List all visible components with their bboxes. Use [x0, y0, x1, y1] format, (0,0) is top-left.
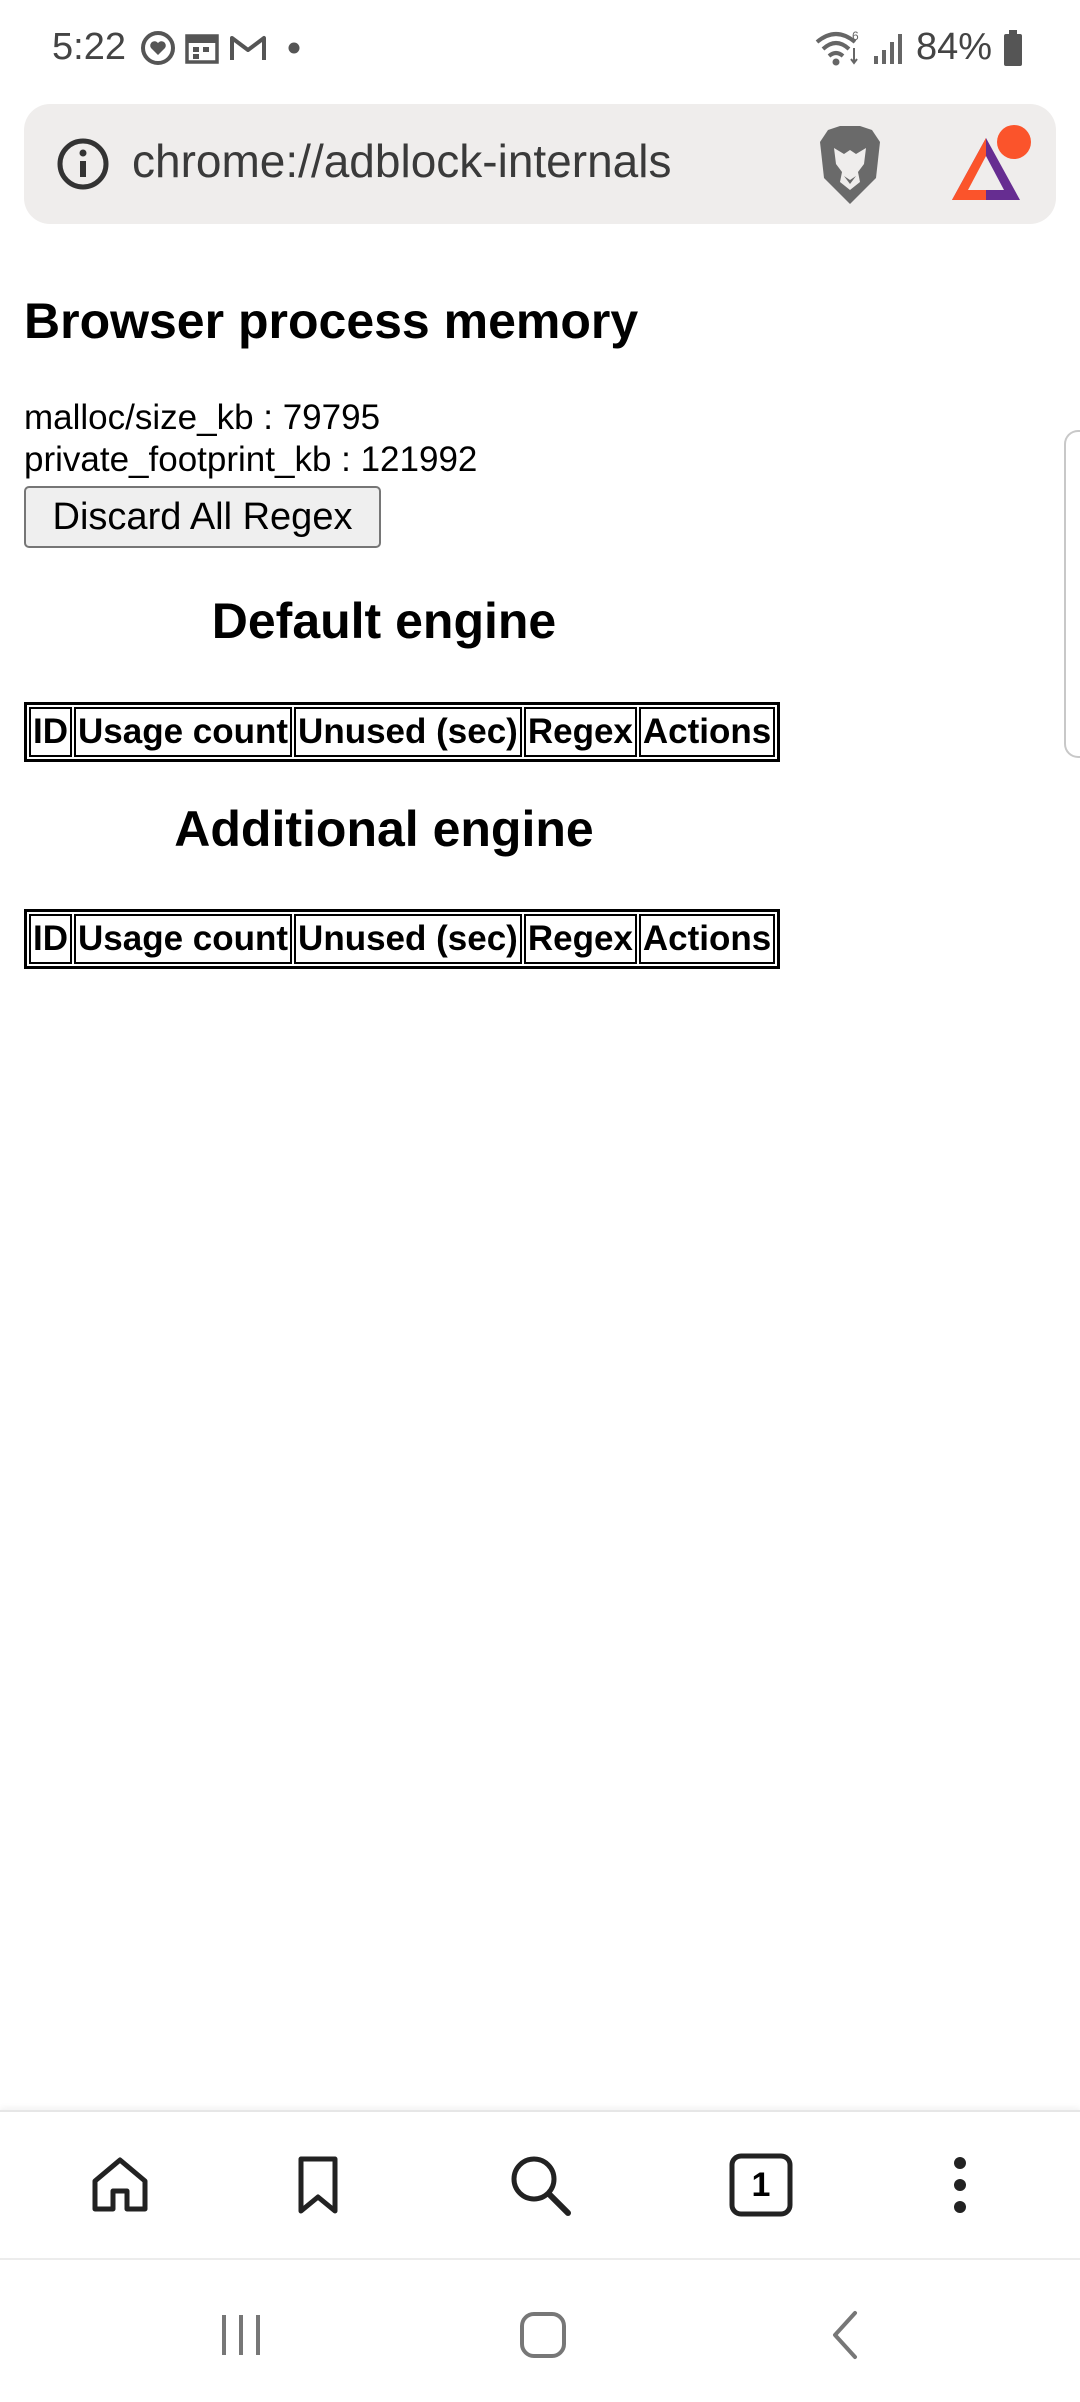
- default-engine-heading: Default engine: [211, 593, 557, 649]
- toolbar-home-button[interactable]: [77, 2142, 163, 2228]
- column-header-actions: Actions: [638, 914, 776, 964]
- status-notification-icons: [140, 30, 312, 66]
- calendar-icon: [185, 34, 219, 64]
- table-header-row: ID Usage count Unused (sec) Regex Action…: [29, 914, 776, 964]
- home-icon: [520, 2312, 566, 2358]
- column-header-usage-count: Usage count: [74, 707, 293, 757]
- system-navigation-bar: [0, 2258, 1080, 2402]
- search-icon: [511, 2156, 571, 2216]
- recents-button[interactable]: [206, 2300, 276, 2370]
- toolbar-search-button[interactable]: [497, 2142, 583, 2228]
- signal-icon: [873, 33, 902, 64]
- additional-engine-table: ID Usage count Unused (sec) Regex Action…: [24, 909, 781, 969]
- table-header-row: ID Usage count Unused (sec) Regex Action…: [29, 707, 776, 757]
- address-bar[interactable]: chrome://adblock-internals: [24, 104, 1056, 224]
- back-button[interactable]: [810, 2300, 880, 2370]
- column-header-regex: Regex: [523, 914, 637, 964]
- info-icon[interactable]: [56, 137, 110, 191]
- column-header-id: ID: [29, 707, 72, 757]
- battery-icon: [1004, 29, 1022, 66]
- discard-all-regex-button[interactable]: Discard All Regex: [24, 486, 381, 548]
- bottom-toolbar: 1: [0, 2110, 1080, 2258]
- column-header-id: ID: [29, 914, 72, 964]
- toolbar-tab-switcher-button[interactable]: 1: [718, 2142, 804, 2228]
- memory-private-footprint: private_footprint_kb : 121992: [24, 440, 478, 479]
- brave-shields-icon[interactable]: [814, 124, 886, 206]
- toolbar-more-menu-button[interactable]: [917, 2142, 1003, 2228]
- column-header-actions: Actions: [638, 707, 776, 757]
- default-engine-table: ID Usage count Unused (sec) Regex Action…: [24, 702, 781, 762]
- notification-dot-icon: [288, 42, 300, 54]
- status-time: 5:22: [52, 26, 126, 68]
- back-icon: [833, 2311, 857, 2359]
- memory-malloc-size: malloc/size_kb : 79795: [24, 398, 381, 437]
- scroll-indicator[interactable]: [1064, 430, 1080, 758]
- status-bar: 5:22 6 84%: [0, 0, 1080, 100]
- toolbar-bookmark-button[interactable]: [275, 2142, 361, 2228]
- tab-count: 1: [751, 2165, 771, 2204]
- gmail-icon: [230, 36, 266, 60]
- brave-rewards-icon[interactable]: [948, 124, 1038, 208]
- column-header-usage-count: Usage count: [74, 914, 293, 964]
- heart-circle-icon: [141, 31, 175, 65]
- home-icon: [92, 2157, 148, 2212]
- additional-engine-heading: Additional engine: [174, 801, 594, 857]
- recents-icon: [222, 2315, 260, 2355]
- column-header-unused-sec: Unused (sec): [294, 914, 522, 964]
- svg-text:6: 6: [852, 29, 859, 43]
- battery-percent: 84%: [915, 26, 992, 68]
- bookmark-icon: [298, 2156, 338, 2214]
- more-menu-icon: [954, 2157, 966, 2213]
- url-text[interactable]: chrome://adblock-internals: [132, 134, 671, 188]
- page-title: Browser process memory: [24, 293, 639, 349]
- column-header-regex: Regex: [523, 707, 637, 757]
- wifi-icon: 6: [815, 29, 859, 65]
- status-system-icons: 6 84%: [814, 26, 1024, 69]
- column-header-unused-sec: Unused (sec): [294, 707, 522, 757]
- system-home-button[interactable]: [508, 2300, 578, 2370]
